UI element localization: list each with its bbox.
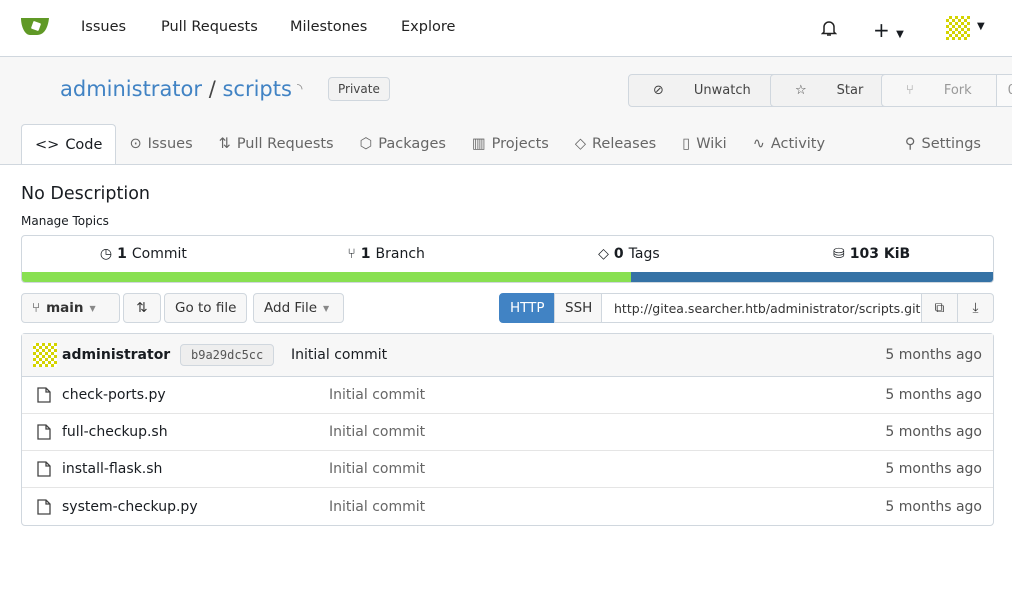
file-commit-time: 5 months ago bbox=[885, 461, 982, 477]
tab-code[interactable]: <> Code bbox=[21, 124, 117, 164]
tab-issues[interactable]: ⊙ Issues bbox=[116, 124, 205, 164]
chevron-down-icon: ▼ bbox=[89, 303, 96, 313]
compare-button[interactable]: ⇅ bbox=[123, 293, 161, 323]
bell-icon[interactable] bbox=[821, 19, 837, 37]
star-icon: ☆ bbox=[795, 83, 807, 98]
nav-milestones[interactable]: Milestones bbox=[290, 19, 367, 35]
language-bar[interactable] bbox=[22, 272, 993, 282]
user-avatar[interactable] bbox=[946, 16, 970, 40]
file-icon bbox=[37, 387, 51, 403]
file-commit-message[interactable]: Initial commit bbox=[329, 461, 425, 477]
private-badge: Private bbox=[328, 77, 390, 101]
http-toggle[interactable]: HTTP bbox=[499, 293, 555, 323]
nav-pull-requests[interactable]: Pull Requests bbox=[161, 19, 258, 35]
branch-icon: ⑂ bbox=[32, 300, 41, 316]
commit-time: 5 months ago bbox=[885, 347, 982, 363]
branch-icon: ⑂ bbox=[347, 246, 356, 262]
tab-pull-requests[interactable]: ⇅ Pull Requests bbox=[206, 124, 347, 164]
rss-icon[interactable]: ◝ bbox=[297, 81, 302, 97]
file-name-link[interactable]: full-checkup.sh bbox=[62, 424, 168, 440]
issue-icon: ⊙ bbox=[129, 136, 142, 152]
manage-topics-link[interactable]: Manage Topics bbox=[21, 214, 109, 228]
top-nav: Issues Pull Requests Milestones Explore … bbox=[0, 0, 1012, 57]
file-icon bbox=[37, 424, 51, 440]
tab-projects[interactable]: ▥ Projects bbox=[459, 124, 562, 164]
file-commit-time: 5 months ago bbox=[885, 424, 982, 440]
tab-activity[interactable]: ∿ Activity bbox=[740, 124, 838, 164]
repo-owner-link[interactable]: administrator bbox=[60, 77, 202, 101]
tab-releases[interactable]: ◇ Releases bbox=[562, 124, 669, 164]
file-name-link[interactable]: check-ports.py bbox=[62, 387, 166, 403]
file-list: administrator b9a29dc5cc Initial commit … bbox=[21, 333, 994, 526]
file-commit-message[interactable]: Initial commit bbox=[329, 387, 425, 403]
pull-request-icon: ⇅ bbox=[218, 136, 231, 152]
tab-settings[interactable]: ⚲ Settings bbox=[892, 124, 994, 164]
gitea-logo-icon[interactable] bbox=[20, 14, 50, 38]
fork-button[interactable]: ⑂ Fork 0 bbox=[881, 74, 1012, 107]
file-name-link[interactable]: install-flask.sh bbox=[62, 461, 162, 477]
latest-commit: administrator b9a29dc5cc Initial commit … bbox=[22, 334, 993, 377]
database-icon: ⛁ bbox=[833, 246, 845, 262]
file-icon bbox=[37, 498, 51, 515]
tags-link[interactable]: ◇ 0 Tags bbox=[508, 246, 751, 262]
file-row: system-checkup.py Initial commit 5 month… bbox=[22, 488, 993, 525]
project-icon: ▥ bbox=[471, 136, 486, 152]
file-name-link[interactable]: system-checkup.py bbox=[62, 499, 198, 515]
author-avatar[interactable] bbox=[33, 343, 57, 367]
file-commit-time: 5 months ago bbox=[885, 387, 982, 403]
repo-stats: ◷ 1 Commit ⑂ 1 Branch ◇ 0 Tags ⛁ 103 KiB bbox=[21, 235, 994, 283]
file-commit-time: 5 months ago bbox=[885, 498, 982, 515]
language-bar-segment[interactable] bbox=[630, 272, 993, 282]
repo-name-link[interactable]: scripts bbox=[222, 77, 291, 101]
package-icon: ⬡ bbox=[359, 136, 373, 152]
clone-url-input[interactable]: http://gitea.searcher.htb/administrator/… bbox=[601, 293, 922, 323]
compare-icon: ⇅ bbox=[136, 300, 148, 316]
file-commit-message[interactable]: Initial commit bbox=[329, 424, 425, 440]
repo-size: ⛁ 103 KiB bbox=[833, 246, 911, 262]
file-icon bbox=[37, 461, 51, 477]
nav-issues[interactable]: Issues bbox=[81, 19, 126, 35]
commit-sha[interactable]: b9a29dc5cc bbox=[180, 344, 275, 366]
file-row: full-checkup.sh Initial commit 5 months … bbox=[22, 414, 993, 451]
nav-explore[interactable]: Explore bbox=[401, 19, 455, 35]
branches-link[interactable]: ⑂ 1 Branch bbox=[265, 246, 508, 262]
book-icon: ▯ bbox=[682, 136, 691, 152]
chevron-down-icon[interactable]: ▼ bbox=[977, 21, 985, 32]
history-icon: ◷ bbox=[99, 246, 113, 262]
commit-author[interactable]: administrator bbox=[62, 347, 170, 363]
repo-header: administrator / scripts ◝ Private ⊘ Unwat… bbox=[0, 57, 1012, 165]
branch-dropdown[interactable]: ⑂ main ▼ bbox=[21, 293, 120, 323]
copy-icon[interactable]: ⧉ bbox=[921, 293, 958, 323]
file-row: install-flask.sh Initial commit 5 months… bbox=[22, 451, 993, 488]
pulse-icon: ∿ bbox=[752, 136, 765, 152]
fork-icon: ⑂ bbox=[906, 83, 914, 98]
code-icon: <> bbox=[35, 136, 60, 153]
create-plus-icon[interactable]: + ▼ bbox=[873, 18, 904, 42]
repo-description: No Description bbox=[21, 184, 151, 204]
tag-icon: ◇ bbox=[598, 246, 609, 262]
language-bar-segment[interactable] bbox=[22, 272, 631, 282]
add-file-dropdown[interactable]: Add File ▼ bbox=[253, 293, 344, 323]
fork-count[interactable]: 0 bbox=[995, 75, 1012, 106]
tool-icon: ⚲ bbox=[904, 136, 916, 152]
go-to-file-button[interactable]: Go to file bbox=[164, 293, 248, 323]
commits-link[interactable]: ◷ 1 Commit bbox=[22, 246, 265, 262]
file-row: check-ports.py Initial commit 5 months a… bbox=[22, 377, 993, 414]
ssh-toggle[interactable]: SSH bbox=[554, 293, 602, 323]
download-icon[interactable]: ⤓ bbox=[957, 293, 994, 323]
chevron-down-icon: ▼ bbox=[323, 303, 330, 313]
tab-packages[interactable]: ⬡ Packages bbox=[347, 124, 459, 164]
tab-wiki[interactable]: ▯ Wiki bbox=[669, 124, 739, 164]
commit-message[interactable]: Initial commit bbox=[291, 347, 387, 363]
eye-slash-icon: ⊘ bbox=[653, 83, 664, 98]
tag-icon: ◇ bbox=[574, 136, 586, 152]
file-commit-message[interactable]: Initial commit bbox=[329, 499, 425, 515]
